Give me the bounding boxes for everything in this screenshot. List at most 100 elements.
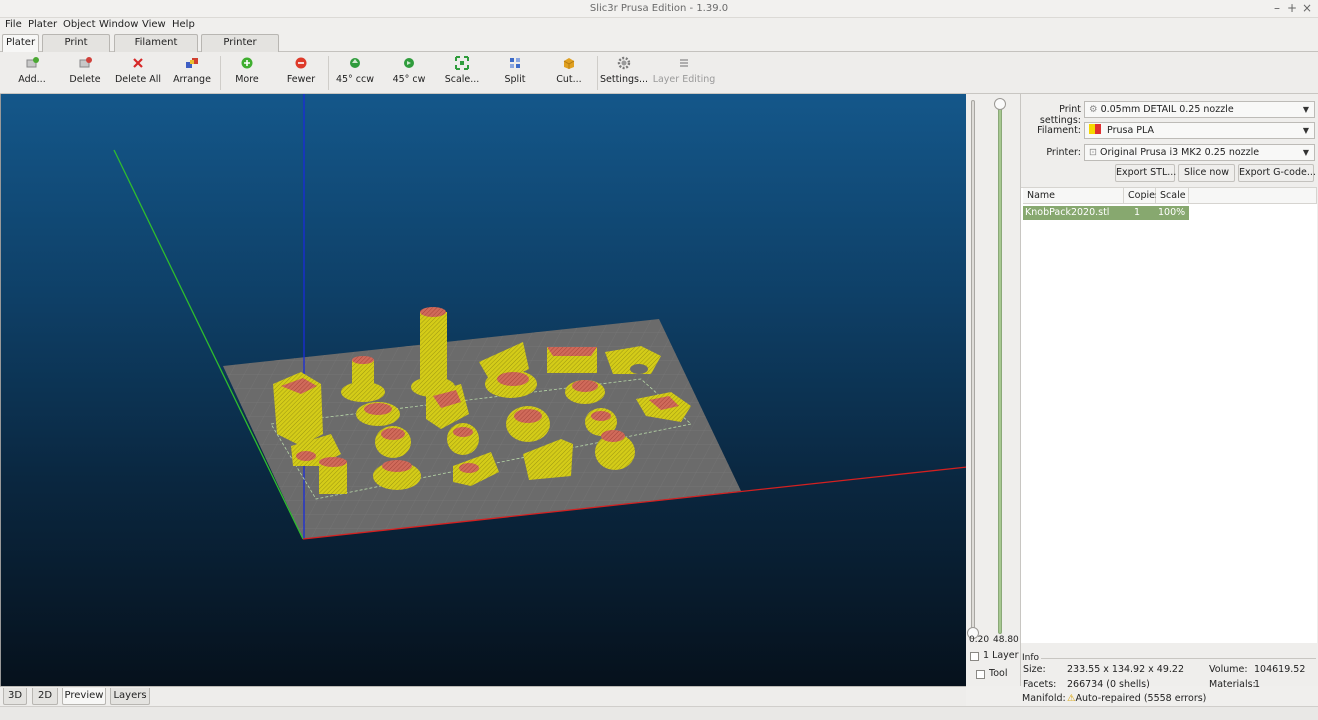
tool-label: Tool	[989, 668, 1008, 679]
menu-object[interactable]: Object	[63, 19, 96, 30]
layer-min-value: 0.20	[969, 635, 990, 645]
size-value: 233.55 x 134.92 x 49.22	[1067, 664, 1185, 675]
layers-icon	[680, 59, 688, 67]
materials-value: 1	[1254, 679, 1261, 690]
cog-icon	[617, 56, 631, 70]
info-title: Info	[1022, 653, 1042, 663]
row-copies: 1	[1134, 207, 1141, 218]
one-layer-checkbox[interactable]	[970, 652, 979, 661]
cog-icon: ⚙	[1089, 104, 1098, 115]
tab-layers[interactable]: Layers	[110, 688, 150, 705]
toolbar: Add... Delete Delete All Arrange More Fe…	[0, 52, 1318, 94]
filament-label: Filament:	[1037, 125, 1081, 136]
facets-value: 266734 (0 shells)	[1067, 679, 1150, 690]
delete-brick-icon	[79, 57, 92, 68]
layer-slider-top-handle[interactable]	[994, 98, 1006, 110]
materials-label: Materials:	[1209, 679, 1256, 690]
tab-printer-settings[interactable]: Printer Settings	[201, 34, 279, 64]
cut-button[interactable]: Cut...	[544, 56, 594, 90]
more-button[interactable]: More	[222, 56, 272, 90]
add-brick-icon	[26, 57, 39, 68]
preview-scene	[113, 94, 966, 540]
title-bar: Slic3r Prusa Edition - 1.39.0 – + ×	[0, 0, 1318, 18]
tab-preview[interactable]: Preview	[62, 688, 106, 705]
object-list[interactable]: Name Copies Scale KnobPack2020.stl 1 100…	[1021, 187, 1317, 643]
manifold-value: Auto-repaired (5558 errors)	[1075, 693, 1207, 704]
printer-select[interactable]: ⊡ Original Prusa i3 MK2 0.25 nozzle ▼	[1084, 144, 1315, 161]
minimize-icon[interactable]: –	[1270, 1, 1284, 15]
column-header-name[interactable]: Name	[1023, 188, 1124, 204]
tab-print-settings[interactable]: Print Settings	[42, 34, 110, 64]
layer-slider-track-low[interactable]	[971, 100, 975, 634]
tab-plater[interactable]: Plater	[2, 34, 39, 53]
rotate-ccw-button[interactable]: 45° ccw	[330, 56, 380, 90]
lock-icon: ⊡	[1089, 147, 1097, 158]
table-row[interactable]: KnobPack2020.stl 1 100%	[1023, 206, 1189, 220]
menu-window[interactable]: Window	[99, 19, 138, 30]
tab-3d[interactable]: 3D	[3, 688, 27, 705]
split-icon	[510, 58, 520, 68]
tab-2d[interactable]: 2D	[32, 688, 58, 705]
menu-view[interactable]: View	[142, 19, 166, 30]
split-button[interactable]: Split	[490, 56, 540, 90]
view-tabs: 3D 2D Preview Layers	[0, 686, 966, 706]
volume-value: 104619.52	[1254, 664, 1306, 675]
close-icon[interactable]: ×	[1300, 1, 1314, 15]
main-tabs: Plater Print Settings Filament Settings …	[0, 33, 1318, 64]
status-bar	[0, 706, 1318, 720]
scale-button[interactable]: Scale...	[437, 56, 487, 90]
warning-icon: ⚠	[1067, 693, 1076, 704]
menu-help[interactable]: Help	[172, 19, 195, 30]
preview-viewport[interactable]	[0, 94, 966, 686]
export-stl-button[interactable]: Export STL...	[1115, 164, 1176, 182]
maximize-icon[interactable]: +	[1285, 1, 1299, 15]
right-panel: Print settings: ⚙ 0.05mm DETAIL 0.25 noz…	[1020, 94, 1318, 690]
tab-filament-settings[interactable]: Filament Settings	[114, 34, 198, 64]
chevron-down-icon: ▼	[1302, 105, 1309, 114]
toolbar-separator	[220, 56, 221, 90]
chevron-down-icon: ▼	[1302, 126, 1309, 135]
minus-circle-icon	[295, 57, 307, 69]
manifold-value-wrap: ⚠Auto-repaired (5558 errors)	[1067, 693, 1206, 704]
row-name: KnobPack2020.stl	[1025, 207, 1110, 218]
arrange-icon	[186, 58, 198, 68]
menu-plater[interactable]: Plater	[28, 19, 57, 30]
layer-slider-track-high[interactable]	[998, 104, 1002, 634]
facets-label: Facets:	[1023, 679, 1057, 690]
cut-package-icon	[563, 58, 575, 69]
column-header-copies[interactable]: Copies	[1124, 188, 1160, 204]
arrange-button[interactable]: Arrange	[167, 56, 217, 90]
printer-label: Printer:	[1046, 147, 1081, 158]
volume-label: Volume:	[1209, 664, 1248, 675]
plus-circle-icon	[241, 57, 253, 69]
delete-all-button[interactable]: Delete All	[113, 56, 163, 90]
row-scale: 100%	[1158, 207, 1186, 218]
filament-select[interactable]: Prusa PLA ▼	[1084, 122, 1315, 139]
size-label: Size:	[1023, 664, 1046, 675]
menu-bar: File Plater Object Window View Help	[0, 18, 1318, 33]
layer-max-value: 48.80	[993, 635, 1019, 645]
settings-button[interactable]: Settings...	[599, 56, 649, 90]
one-layer-label: 1 Layer	[983, 650, 1019, 661]
print-settings-label: Print settings:	[1039, 104, 1081, 126]
tool-checkbox[interactable]	[976, 670, 985, 679]
add-button[interactable]: Add...	[7, 56, 57, 90]
print-settings-select[interactable]: ⚙ 0.05mm DETAIL 0.25 nozzle ▼	[1084, 101, 1315, 118]
slice-now-button[interactable]: Slice now	[1178, 164, 1235, 182]
menu-file[interactable]: File	[5, 19, 22, 30]
fewer-button[interactable]: Fewer	[276, 56, 326, 90]
export-gcode-button[interactable]: Export G-code...	[1238, 164, 1316, 182]
toolbar-separator	[597, 56, 598, 90]
column-header-scale[interactable]: Scale	[1156, 188, 1189, 204]
rotate-cw-icon	[404, 58, 414, 68]
filament-color-swatch	[1089, 124, 1101, 134]
rotate-cw-button[interactable]: 45° cw	[384, 56, 434, 90]
chevron-down-icon: ▼	[1302, 148, 1309, 157]
layer-slider-panel: 0.20 48.80 1 Layer Tool	[966, 94, 1020, 686]
column-header-empty	[1189, 188, 1317, 204]
toolbar-separator	[328, 56, 329, 90]
y-axis-line	[113, 149, 304, 540]
layer-editing-button[interactable]: Layer Editing	[652, 56, 716, 90]
rotate-ccw-icon	[350, 58, 360, 68]
delete-button[interactable]: Delete	[60, 56, 110, 90]
